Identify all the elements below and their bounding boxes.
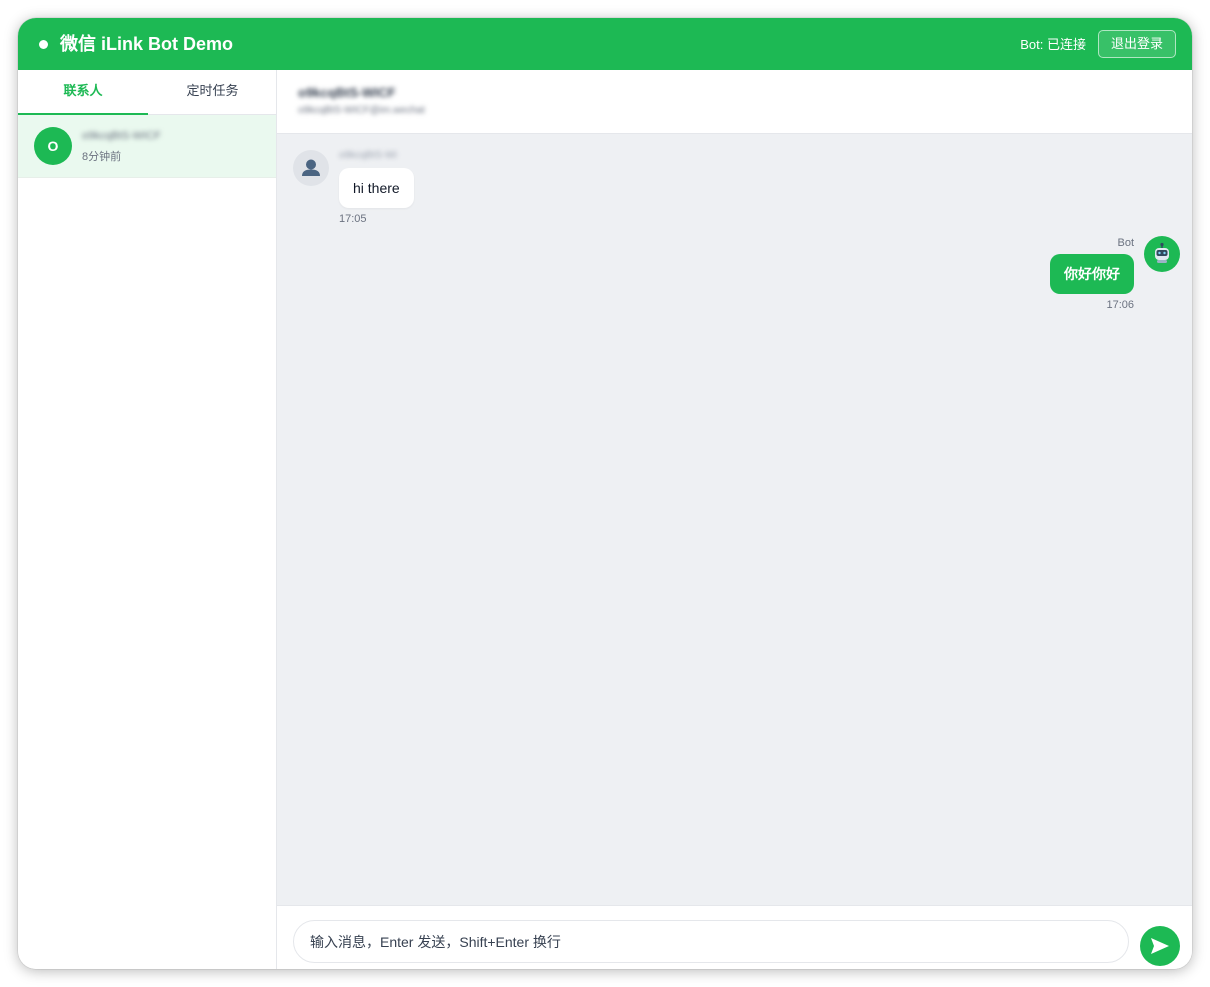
contact-last-active: 8分钟前 (82, 151, 122, 163)
status-dot-icon (39, 40, 48, 49)
message-time: 17:05 (339, 213, 367, 225)
contact-list-item[interactable]: O o9kcqBtS-WICF 8分钟前 (18, 115, 276, 178)
message-input[interactable] (293, 920, 1129, 963)
tab-scheduled-tasks[interactable]: 定时任务 (148, 70, 277, 115)
sidebar-tabs: 联系人 定时任务 (18, 70, 276, 115)
message-sender: Bot (1117, 237, 1134, 249)
send-button[interactable] (1140, 926, 1180, 966)
app-window: 微信 iLink Bot Demo Bot: 已连接 退出登录 联系人 定时任务… (18, 18, 1192, 969)
bot-status: Bot: 已连接 (1020, 37, 1086, 52)
message-sender: o9kcqBtS-Wi (339, 150, 397, 161)
message-time: 17:06 (1106, 299, 1134, 311)
app-header: 微信 iLink Bot Demo Bot: 已连接 退出登录 (18, 18, 1192, 70)
tab-contacts[interactable]: 联系人 (18, 70, 148, 115)
chat-header: o9kcqBtS-WICF o9kcqBtS-WICF@im.wechat (277, 70, 1192, 134)
chat-panel: o9kcqBtS-WICF o9kcqBtS-WICF@im.wechat o9… (277, 70, 1192, 969)
contact-avatar: O (34, 127, 72, 165)
outgoing-message-bubble: 你好你好 (1050, 254, 1134, 294)
incoming-message-bubble: hi there (339, 168, 414, 208)
chat-subtitle: o9kcqBtS-WICF@im.wechat (298, 105, 425, 116)
contact-name: o9kcqBtS-WICF (82, 130, 161, 142)
sidebar: 联系人 定时任务 O o9kcqBtS-WICF 8分钟前 (18, 70, 277, 969)
app-title: 微信 iLink Bot Demo (60, 34, 234, 54)
user-silhouette-icon (293, 150, 329, 186)
send-arrow-icon (1151, 938, 1169, 954)
logout-button[interactable]: 退出登录 (1098, 30, 1176, 58)
robot-icon (1144, 236, 1180, 272)
message-composer (277, 905, 1192, 969)
message-list[interactable]: o9kcqBtS-Wi hi there 17:05 Bot 你好你好 17:0… (277, 134, 1192, 905)
chat-title: o9kcqBtS-WICF (298, 85, 396, 100)
